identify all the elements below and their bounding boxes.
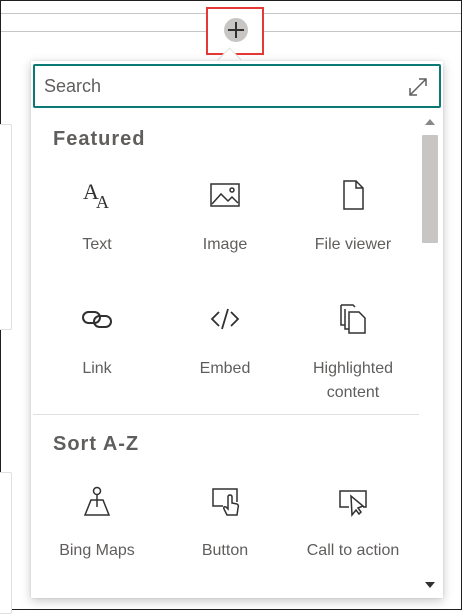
tile-button[interactable]: Button <box>161 479 289 596</box>
document-icon <box>343 180 364 210</box>
tile-embed[interactable]: Embed <box>161 297 289 415</box>
toolbox-scroll-area[interactable]: Featured A A Text Image File viewer Link… <box>33 111 419 596</box>
pointer-hand-icon <box>212 488 240 516</box>
tile-text[interactable]: A A Text <box>33 173 161 291</box>
tile-image[interactable]: Image <box>161 173 289 291</box>
text-font-icon: A A <box>83 179 109 211</box>
search-input[interactable] <box>44 73 394 99</box>
tile-label: File viewer <box>314 236 392 253</box>
tile-label: Text <box>82 236 112 253</box>
svg-text:A: A <box>96 192 109 211</box>
tile-label: Bing Maps <box>59 542 135 559</box>
background-section-panel <box>0 472 12 614</box>
plus-icon <box>224 18 248 42</box>
scrollbar[interactable] <box>419 111 441 596</box>
tile-bing-maps[interactable]: Bing Maps <box>33 479 161 596</box>
tile-label: Call to action <box>306 542 400 559</box>
scroll-down-arrow-icon[interactable] <box>425 582 435 588</box>
section-title-sort-az: Sort A-Z <box>53 433 140 455</box>
tile-label: Button <box>201 542 249 559</box>
tile-call-to-action[interactable]: Call to action <box>289 479 417 596</box>
tile-file-viewer[interactable]: File viewer <box>289 173 417 291</box>
copy-pages-icon <box>340 304 366 334</box>
cursor-box-icon <box>339 490 367 517</box>
search-box <box>33 64 441 108</box>
expand-icon[interactable] <box>406 75 430 99</box>
scrollbar-thumb[interactable] <box>422 135 438 243</box>
tile-label: Image <box>202 236 248 253</box>
background-section-panel <box>0 124 12 330</box>
tile-link[interactable]: Link <box>33 297 161 415</box>
scroll-up-arrow-icon[interactable] <box>425 119 435 125</box>
section-divider <box>33 414 419 415</box>
link-icon <box>82 311 112 328</box>
webpart-toolbox: Featured A A Text Image File viewer <box>31 61 443 598</box>
add-webpart-button[interactable] <box>206 7 264 55</box>
tile-highlighted-content[interactable]: Highlighted content <box>289 297 417 415</box>
tile-label: Embed <box>199 360 251 377</box>
image-icon <box>210 183 240 207</box>
tile-label: Highlighted content <box>312 360 394 401</box>
code-icon <box>210 308 240 330</box>
map-pin-icon <box>83 486 111 516</box>
section-title-featured: Featured <box>53 128 146 150</box>
tile-label: Link <box>82 360 112 377</box>
